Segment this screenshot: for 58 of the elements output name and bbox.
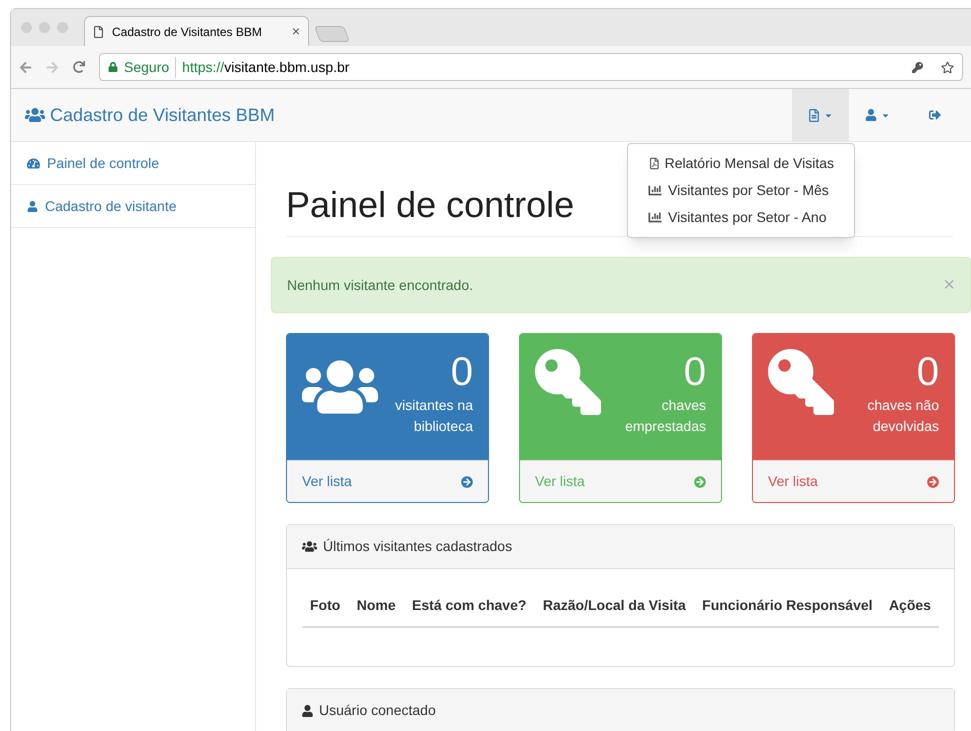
card-footer[interactable]: Ver lista xyxy=(287,460,488,502)
url-text: https://visitante.bbm.usp.br xyxy=(182,58,350,77)
arrow-right-icon xyxy=(927,476,939,488)
address-field[interactable]: Seguro https://visitante.bbm.usp.br xyxy=(99,53,963,81)
lock-icon xyxy=(108,62,118,72)
stat-caption: devolvidas xyxy=(872,417,939,436)
panel-title: Usuário conectado xyxy=(319,701,436,720)
column-header: Nome xyxy=(356,596,396,615)
key-icon[interactable] xyxy=(912,62,923,72)
user-icon xyxy=(865,109,877,121)
stat-count: 0 xyxy=(450,349,473,395)
tab-close-button[interactable]: × xyxy=(292,21,300,42)
forward-icon[interactable] xyxy=(46,60,59,74)
column-header: Foto xyxy=(310,596,340,615)
brand-link[interactable]: Cadastro de Visitantes BBM xyxy=(50,102,275,128)
back-icon[interactable] xyxy=(19,60,32,74)
panel-title: Últimos visitantes cadastrados xyxy=(323,537,512,556)
stat-caption: chaves xyxy=(662,396,706,415)
stat-count: 0 xyxy=(684,349,706,395)
user-icon xyxy=(302,704,313,716)
dropdown-item[interactable]: Relatório Mensal de Visitas xyxy=(628,150,854,177)
column-header: Está com chave? xyxy=(412,596,526,615)
bookmark-star-icon[interactable] xyxy=(941,60,954,74)
document-icon xyxy=(808,108,820,122)
page-icon xyxy=(93,26,104,38)
secure-label: Seguro xyxy=(124,56,176,78)
alert-message: Nenhum visitante encontrado. xyxy=(287,276,474,294)
column-header: Razão/Local da Visita xyxy=(542,596,686,615)
sidebar-item[interactable]: Painel de controle xyxy=(11,142,255,185)
stat-caption: emprestadas xyxy=(625,417,706,436)
user-icon xyxy=(27,200,38,212)
key-icon xyxy=(768,349,834,415)
bar-chart-icon xyxy=(648,184,662,197)
users-icon xyxy=(25,106,45,124)
sidebar-item[interactable]: Cadastro de visitante xyxy=(11,185,255,228)
pdf-icon xyxy=(650,157,659,170)
new-tab-button[interactable] xyxy=(314,26,350,42)
arrow-right-icon xyxy=(694,476,706,488)
column-header: Funcionário Responsável xyxy=(702,596,873,615)
users-icon xyxy=(302,540,317,553)
browser-tab[interactable]: Cadastro de Visitantes BBM × xyxy=(84,16,309,46)
key-icon xyxy=(535,349,601,415)
dropdown-item[interactable]: Visitantes por Setor - Mês xyxy=(628,177,854,204)
logout-icon xyxy=(928,109,940,121)
stat-caption: visitantes na xyxy=(395,396,473,415)
card-footer[interactable]: Ver lista xyxy=(753,460,954,502)
reload-icon[interactable] xyxy=(73,61,85,73)
bar-chart-icon xyxy=(648,211,662,224)
navbar-menu-button[interactable] xyxy=(792,89,849,141)
column-header: Ações xyxy=(888,596,931,615)
dropdown-item[interactable]: Visitantes por Setor - Ano xyxy=(628,204,854,231)
tab-title: Cadastro de Visitantes BBM xyxy=(112,24,263,40)
stat-count: 0 xyxy=(916,349,939,395)
dashboard-icon xyxy=(27,156,40,170)
page-title: Painel de controle xyxy=(286,183,574,227)
arrow-right-icon xyxy=(461,476,473,488)
stat-caption: biblioteca xyxy=(414,417,473,436)
stat-caption: chaves não xyxy=(867,396,939,415)
